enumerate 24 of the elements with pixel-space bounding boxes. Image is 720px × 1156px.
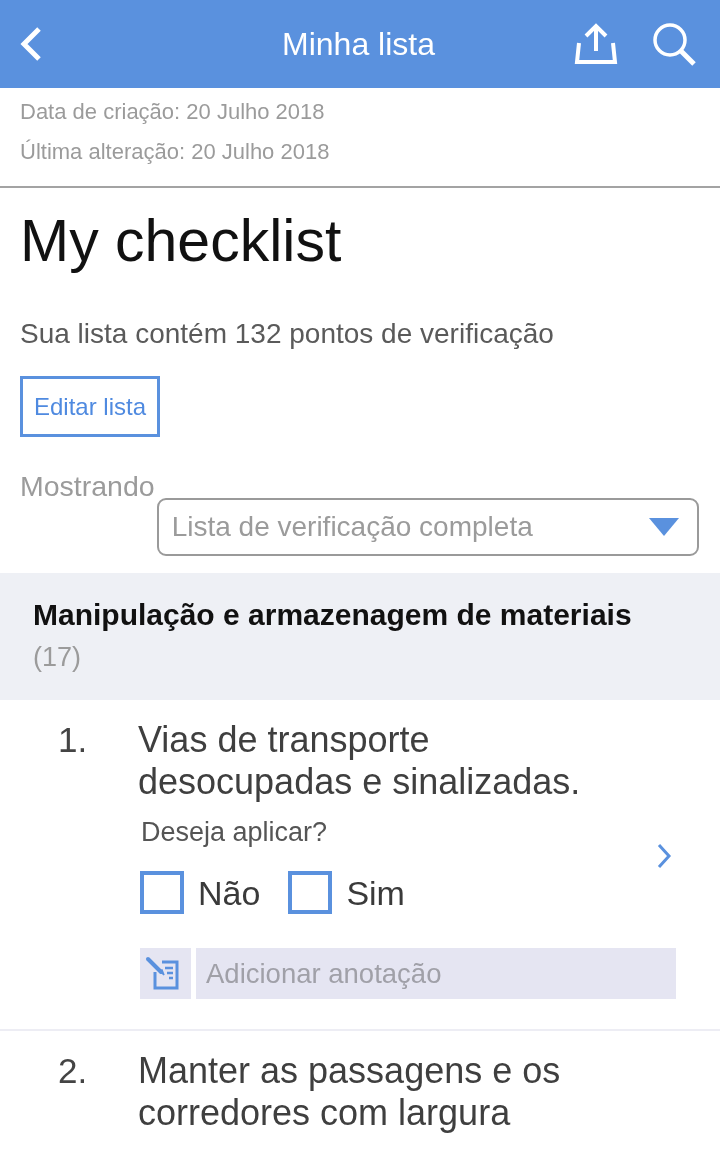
item-number: 1. [58,719,89,761]
back-icon[interactable] [20,26,42,62]
meta-date: Data de criação: 20 Julho 2018 [20,98,326,126]
checkbox[interactable] [288,871,333,914]
checkbox-label[interactable]: Sim [346,871,405,914]
share-icon[interactable] [574,23,618,65]
item-question: Manter as passagens e os corredores com largura [138,1050,562,1134]
checkbox[interactable] [140,871,184,914]
caret-icon [649,518,679,536]
item-question: Vias de transporte desocupadas e sinalizadas. [138,719,582,803]
item-number: 2. [58,1050,89,1092]
checklist-summary: Sua lista contém 132 pontos de verificação [20,317,554,351]
checklist-title: My checklist [20,207,342,276]
section-count: (17) [33,641,82,674]
checkbox-label[interactable]: Não [198,871,261,914]
chevron-right-icon[interactable] [656,842,672,869]
header-title: Minha lista [282,25,435,64]
note-pencil-icon[interactable] [140,948,191,999]
apply-prompt: Deseja aplicar? [140,816,328,848]
filter-label: Mostrando [20,469,155,503]
section-title: Manipulação e armazenagem de materiais [33,597,633,633]
note-input[interactable]: Adicionar anotação [196,948,676,999]
meta-date: Última alteração: 20 Julho 2018 [20,138,331,166]
search-icon[interactable] [651,21,697,67]
